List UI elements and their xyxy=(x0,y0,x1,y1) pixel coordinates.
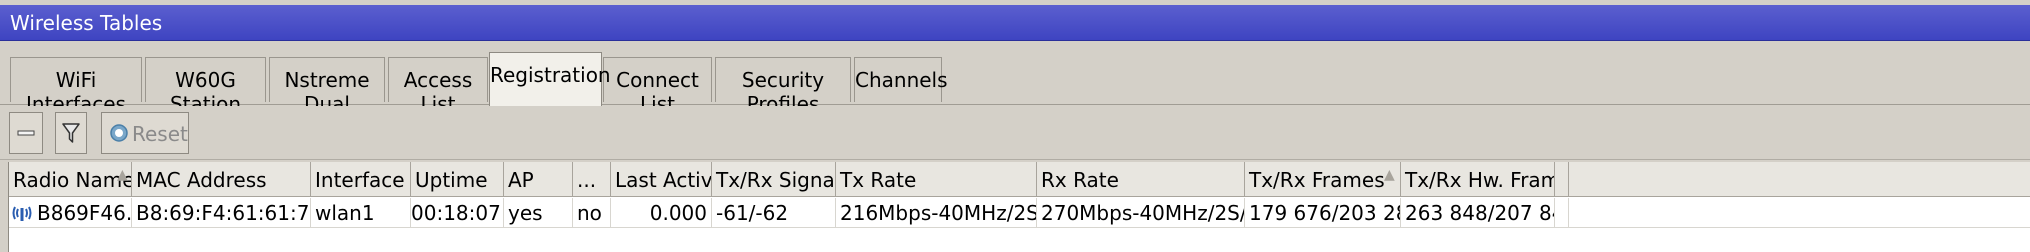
reset-button[interactable]: Reset xyxy=(101,112,189,154)
col-header-interface[interactable]: Interface xyxy=(311,162,411,197)
col-header-mac-address[interactable]: MAC Address xyxy=(132,162,311,197)
col-label: Radio Name xyxy=(13,168,132,192)
minus-icon xyxy=(10,113,42,153)
col-label: Tx/Rx Signal ... xyxy=(716,168,836,192)
col-header-last-activity[interactable]: Last Activi... xyxy=(611,162,712,197)
col-label: Tx/Rx Frames xyxy=(1249,168,1385,192)
col-label: ... xyxy=(577,168,597,192)
cell-signal: -61/-62 xyxy=(712,198,836,228)
title-bar[interactable]: Wireless Tables xyxy=(0,5,2030,41)
wireless-client-icon xyxy=(11,202,33,224)
tab-nstreme-dual[interactable]: Nstreme Dual xyxy=(269,57,385,116)
cell-frames: 179 676/203 281 xyxy=(1245,198,1401,228)
col-header-frames[interactable]: Tx/Rx Frames xyxy=(1245,162,1401,197)
cell-more xyxy=(1555,198,1569,228)
tab-label: Registration xyxy=(490,63,611,87)
col-header-ap[interactable]: AP xyxy=(504,162,573,197)
tab-access-list[interactable]: Access List xyxy=(388,57,488,116)
tab-channels[interactable]: Channels xyxy=(854,57,948,102)
col-label: AP xyxy=(508,168,534,192)
window-title: Wireless Tables xyxy=(10,11,163,35)
col-header-more[interactable] xyxy=(1555,162,1569,197)
cell-text: B869F46... xyxy=(37,201,132,225)
cell-tx-rate: 216Mbps-40MHz/2S xyxy=(836,198,1037,228)
remove-button[interactable] xyxy=(9,112,43,154)
tab-bar: WiFi Interfaces W60G Station Nstreme Dua… xyxy=(0,41,2030,116)
tab-label: Channels xyxy=(855,68,948,92)
cell-hw-frames: 263 848/207 846 xyxy=(1401,198,1555,228)
col-label: Last Activi... xyxy=(615,168,712,192)
tab-connect-list[interactable]: Connect List xyxy=(603,57,712,116)
table-row[interactable]: B869F46... B8:69:F4:61:61:79 wlan1 00:18… xyxy=(9,198,2030,228)
tab-wifi-interfaces[interactable]: WiFi Interfaces xyxy=(10,57,142,116)
tab-security-profiles[interactable]: Security Profiles xyxy=(715,57,851,116)
sort-asc-icon: ▲ xyxy=(1384,167,1395,183)
tab-registration[interactable]: Registration xyxy=(489,52,611,106)
cell-radio-name: B869F46... xyxy=(9,198,132,228)
col-header-rx-rate[interactable]: Rx Rate xyxy=(1037,162,1245,197)
cell-rx-rate: 270Mbps-40MHz/2S/SGI xyxy=(1037,198,1245,228)
col-header-hw-frames[interactable]: Tx/Rx Hw. Frames xyxy=(1401,162,1555,197)
col-label: Tx/Rx Hw. Frames xyxy=(1405,168,1554,192)
col-header-tx-rate[interactable]: Tx Rate xyxy=(836,162,1037,197)
filter-button[interactable] xyxy=(55,112,87,154)
registration-table: Radio Name ▲ MAC Address Interface Uptim… xyxy=(8,162,2030,252)
cell-interface: wlan1 xyxy=(311,198,411,228)
col-header-uptime[interactable]: Uptime xyxy=(411,162,504,197)
reset-icon xyxy=(109,123,129,148)
cell-last-activity: 0.000 xyxy=(611,198,712,228)
toolbar: Reset xyxy=(0,106,2030,160)
cell-wds: no xyxy=(573,198,611,228)
table-header: Radio Name ▲ MAC Address Interface Uptim… xyxy=(9,162,2030,197)
wireless-tables-window: Wireless Tables WiFi Interfaces W60G Sta… xyxy=(0,0,2030,252)
cell-ap: yes xyxy=(504,198,573,228)
col-label: MAC Address xyxy=(136,168,267,192)
col-header-signal[interactable]: Tx/Rx Signal ... xyxy=(712,162,836,197)
col-header-radio-name[interactable]: Radio Name xyxy=(9,162,132,197)
filter-icon xyxy=(56,113,86,153)
col-label: Rx Rate xyxy=(1041,168,1119,192)
reset-label: Reset xyxy=(132,122,188,146)
col-label: Uptime xyxy=(415,168,488,192)
col-label: Interface xyxy=(315,168,405,192)
col-label: Tx Rate xyxy=(840,168,917,192)
cell-uptime: 00:18:07 xyxy=(411,198,504,228)
sort-asc-icon: ▲ xyxy=(117,167,128,183)
tab-w60g-station[interactable]: W60G Station xyxy=(145,57,266,116)
cell-mac-address: B8:69:F4:61:61:79 xyxy=(132,198,311,228)
col-header-wds[interactable]: ... xyxy=(573,162,611,197)
